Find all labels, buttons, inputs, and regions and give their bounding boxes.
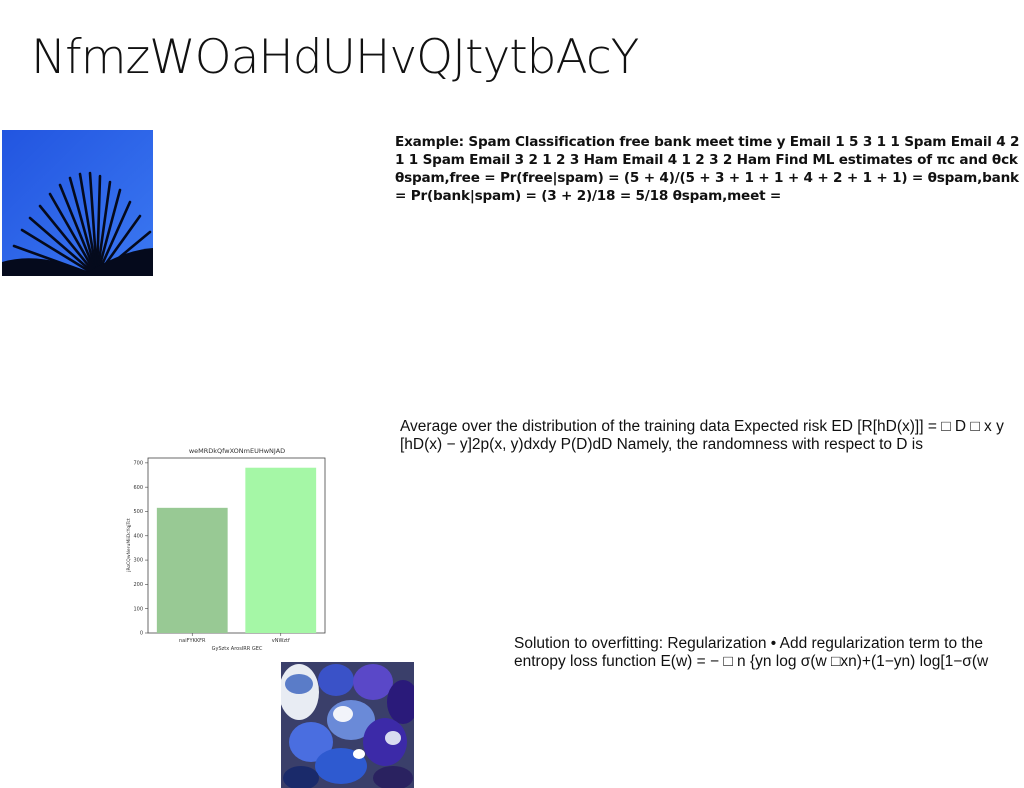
regularization-text: Solution to overfitting: Regularization … [514, 635, 989, 670]
blue-stones-image [281, 662, 414, 788]
page-title: NfmzWOaHdUHvQJtytbAcY [31, 30, 639, 85]
y-tick-label: 0 [140, 631, 143, 637]
x-tick-label: naiFYKKFR [179, 638, 206, 644]
y-tick-label: 300 [133, 558, 143, 564]
y-tick-label: 600 [133, 485, 143, 491]
bar [245, 467, 317, 633]
y-tick-label: 200 [133, 582, 143, 588]
bar-chart: weMRDkQfwXONmEUHwNJAD jRoCQwNeruMiiDcYqj… [126, 447, 326, 652]
y-tick-label: 500 [133, 509, 143, 515]
spam-classification-text: Example: Spam Classification free bank m… [395, 134, 1020, 204]
y-tick-label: 400 [133, 533, 143, 539]
x-tick-label: vNWztf [272, 638, 290, 644]
expected-risk-text: Average over the distribution of the tra… [400, 418, 1004, 453]
y-axis-label: jRoCQwNeruMiiDcYqjTct [126, 518, 132, 573]
y-tick-label: 100 [133, 606, 143, 612]
chart-title: weMRDkQfwXONmEUHwNJAD [189, 447, 285, 455]
y-tick-label: 700 [133, 460, 143, 466]
palm-leaf-image [2, 130, 153, 276]
bar [156, 507, 228, 633]
x-axis-label: GySztx ArosIRR GEC [212, 646, 263, 652]
